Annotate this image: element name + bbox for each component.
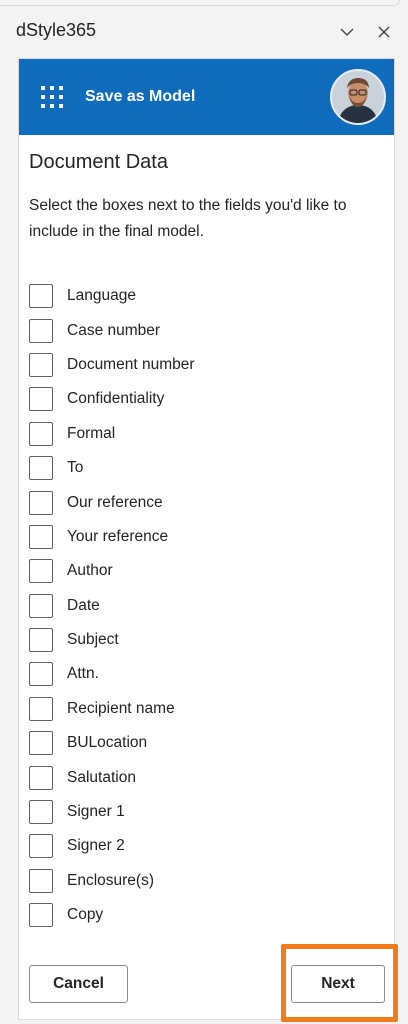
field-row[interactable]: Formal [29,417,379,451]
field-checkbox[interactable] [29,662,53,687]
field-checkbox[interactable] [29,352,53,377]
field-checkbox[interactable] [29,421,53,446]
close-icon [378,26,390,38]
field-label: Signer 1 [67,803,125,821]
waffle-icon[interactable] [41,86,63,108]
field-row[interactable]: To [29,451,379,485]
close-button[interactable] [372,20,396,44]
panel-header: Save as Model [19,59,394,135]
addin-panel: Save as Model Document Data Select the b… [18,58,395,1020]
taskpane-titlebar: dStyle365 [0,12,408,52]
field-checkbox[interactable] [29,490,53,515]
field-label: Salutation [67,768,136,786]
field-row[interactable]: Confidentiality [29,382,379,416]
field-row[interactable]: Date [29,589,379,623]
field-checkbox[interactable] [29,696,53,721]
section-title: Document Data [29,151,168,173]
field-checkbox[interactable] [29,800,53,825]
field-label: Recipient name [67,699,175,717]
field-label: Formal [67,424,116,442]
cancel-button[interactable]: Cancel [29,965,128,1003]
field-row[interactable]: Our reference [29,485,379,519]
chevron-down-icon [340,28,354,36]
field-label: Subject [67,631,119,649]
field-checkbox[interactable] [29,387,53,412]
field-checkbox[interactable] [29,731,53,756]
field-row[interactable]: Subject [29,623,379,657]
user-photo-icon [332,71,384,123]
field-row[interactable]: BULocation [29,726,379,760]
field-row[interactable]: Copy [29,898,379,932]
field-checkbox[interactable] [29,593,53,618]
field-label: Enclosure(s) [67,871,154,889]
field-row[interactable]: Enclosure(s) [29,864,379,898]
field-label: To [67,459,84,477]
field-checkbox[interactable] [29,524,53,549]
field-row[interactable]: Recipient name [29,692,379,726]
field-row[interactable]: Document number [29,348,379,382]
field-row[interactable]: Language [29,279,379,313]
field-label: Confidentiality [67,390,165,408]
field-row[interactable]: Case number [29,313,379,347]
field-checkbox[interactable] [29,628,53,653]
instructions-text: Select the boxes next to the fields you'… [29,197,347,240]
field-label: Our reference [67,493,163,511]
collapse-button[interactable] [335,20,359,44]
avatar[interactable] [330,69,386,125]
field-label: Attn. [67,665,99,683]
field-checkbox[interactable] [29,868,53,893]
field-row[interactable]: Salutation [29,760,379,794]
app-title: dStyle365 [16,20,97,40]
field-label: BULocation [67,734,148,752]
field-label: Date [67,596,100,614]
field-row[interactable]: Author [29,554,379,588]
field-label: Your reference [67,527,169,545]
field-checkbox[interactable] [29,834,53,859]
header-title: Save as Model [85,88,196,105]
field-label: Author [67,562,113,580]
field-label: Signer 2 [67,837,125,855]
field-checkbox[interactable] [29,559,53,584]
top-border [0,0,408,8]
field-checkbox[interactable] [29,318,53,343]
field-checkbox[interactable] [29,765,53,790]
field-label: Case number [67,321,161,339]
field-checkbox[interactable] [29,284,53,309]
field-label: Document number [67,355,195,373]
field-row[interactable]: Your reference [29,520,379,554]
field-label: Copy [67,906,104,924]
field-checkbox[interactable] [29,903,53,928]
field-row[interactable]: Signer 2 [29,829,379,863]
field-list: Language Case number Document number Confid… [29,279,379,932]
field-label: Language [67,287,136,305]
field-row[interactable]: Signer 1 [29,795,379,829]
field-row[interactable]: Attn. [29,657,379,691]
next-button[interactable]: Next [291,965,385,1003]
field-checkbox[interactable] [29,456,53,481]
